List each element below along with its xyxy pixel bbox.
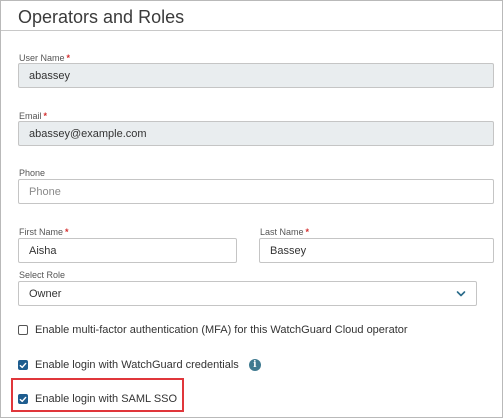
- required-marker: *: [65, 227, 69, 237]
- last-name-label-text: Last Name: [260, 227, 304, 237]
- email-label: Email *: [19, 111, 47, 121]
- page-title: Operators and Roles: [18, 7, 185, 27]
- title-divider: [1, 30, 503, 31]
- watchguard-login-checkbox[interactable]: [18, 360, 28, 370]
- email-value: abassey@example.com: [29, 127, 147, 140]
- operators-roles-panel: Operators and Roles User Name * abassey E…: [0, 0, 503, 418]
- checkmark-icon: [19, 362, 27, 368]
- username-field[interactable]: abassey: [18, 63, 494, 88]
- role-select[interactable]: Owner: [18, 281, 477, 306]
- chevron-down-icon: [456, 291, 466, 297]
- phone-field[interactable]: Phone: [18, 179, 494, 204]
- phone-label-text: Phone: [19, 168, 46, 178]
- watchguard-login-option[interactable]: Enable login with WatchGuard credentials…: [18, 359, 261, 371]
- username-label-text: User Name: [19, 53, 65, 63]
- first-name-label: First Name *: [19, 227, 69, 237]
- highlight-box: [11, 378, 184, 412]
- last-name-field[interactable]: Bassey: [259, 238, 494, 263]
- role-label-text: Select Role: [19, 270, 66, 280]
- last-name-label: Last Name *: [260, 227, 309, 237]
- first-name-value: Aisha: [29, 244, 57, 257]
- phone-label: Phone: [19, 168, 45, 178]
- email-label-text: Email: [19, 111, 42, 121]
- mfa-checkbox[interactable]: [18, 325, 28, 335]
- username-label: User Name *: [19, 53, 70, 63]
- required-marker: *: [305, 227, 310, 237]
- phone-placeholder: Phone: [29, 185, 61, 198]
- last-name-value: Bassey: [270, 244, 307, 257]
- username-value: abassey: [29, 69, 70, 82]
- watchguard-login-label: Enable login with WatchGuard credentials: [35, 359, 239, 371]
- required-marker: *: [66, 53, 71, 63]
- first-name-label-text: First Name: [19, 227, 64, 237]
- role-value: Owner: [29, 287, 62, 300]
- email-field[interactable]: abassey@example.com: [18, 121, 494, 146]
- required-marker: *: [43, 111, 48, 121]
- mfa-option[interactable]: Enable multi-factor authentication (MFA)…: [18, 324, 408, 336]
- role-label: Select Role: [19, 270, 65, 280]
- info-icon[interactable]: i: [248, 359, 261, 371]
- first-name-field[interactable]: Aisha: [18, 238, 237, 263]
- mfa-label: Enable multi-factor authentication (MFA)…: [35, 324, 408, 336]
